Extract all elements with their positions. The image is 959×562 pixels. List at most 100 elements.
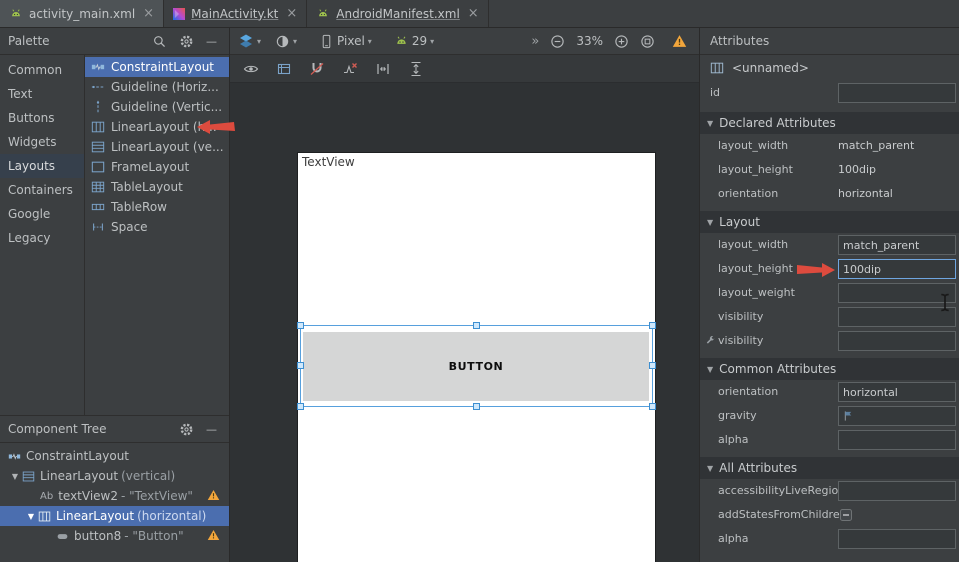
expand-vertical-icon[interactable] bbox=[408, 61, 424, 77]
alpha-all-field[interactable] bbox=[838, 529, 956, 549]
layout-width-field[interactable]: match_parent bbox=[838, 235, 956, 255]
category-label: Google bbox=[8, 207, 50, 221]
warnings-icon[interactable] bbox=[672, 34, 687, 48]
clear-constraints-icon[interactable] bbox=[342, 61, 358, 77]
tab-label: activity_main.xml bbox=[29, 7, 135, 21]
resize-handle[interactable] bbox=[473, 403, 480, 410]
attr-value[interactable]: 100dip bbox=[838, 163, 876, 176]
device-selector[interactable]: Pixel ▾ bbox=[319, 34, 372, 49]
palette-category-layouts[interactable]: Layouts bbox=[0, 154, 84, 178]
palette-category-buttons[interactable]: Buttons bbox=[0, 106, 84, 130]
attr-label: alpha bbox=[718, 433, 749, 446]
attr-value[interactable]: match_parent bbox=[838, 139, 914, 152]
palette-category-containers[interactable]: Containers bbox=[0, 178, 84, 202]
visibility-field[interactable] bbox=[838, 307, 956, 327]
palette-item-label: FrameLayout bbox=[111, 160, 189, 174]
palette-panel: Palette — Common Text Buttons Widgets La… bbox=[0, 28, 230, 562]
palette-item-guideline-horizontal[interactable]: Guideline (Horiz... bbox=[85, 77, 229, 97]
palette-item-label: Guideline (Horiz... bbox=[111, 80, 219, 94]
zoom-to-fit-icon[interactable] bbox=[640, 34, 655, 49]
hide-panel-icon[interactable]: — bbox=[206, 424, 217, 435]
category-label: Layouts bbox=[8, 159, 55, 173]
close-icon[interactable]: × bbox=[143, 7, 154, 20]
zoom-out-icon[interactable] bbox=[550, 34, 565, 49]
section-title: Layout bbox=[719, 215, 760, 229]
gravity-field[interactable] bbox=[838, 406, 956, 426]
resize-handle[interactable] bbox=[297, 322, 304, 329]
attr-row-gravity: gravity bbox=[700, 404, 959, 428]
section-common-attributes[interactable]: ▼ Common Attributes bbox=[700, 358, 959, 380]
orientation-field[interactable]: horizontal bbox=[838, 382, 956, 402]
tab-mainactivity-kt[interactable]: MainActivity.kt × bbox=[164, 0, 307, 27]
id-field[interactable] bbox=[838, 83, 956, 103]
palette-category-widgets[interactable]: Widgets bbox=[0, 130, 84, 154]
attr-label: gravity bbox=[718, 409, 757, 422]
resize-handle[interactable] bbox=[297, 362, 304, 369]
palette-item-constraintlayout[interactable]: ConstraintLayout bbox=[85, 57, 229, 77]
toolbar-overflow-icon[interactable]: » bbox=[531, 34, 539, 49]
warning-icon[interactable] bbox=[207, 529, 220, 541]
design-canvas[interactable]: TextView BUTTON bbox=[230, 83, 699, 562]
section-all-attributes[interactable]: ▼ All Attributes bbox=[700, 457, 959, 479]
orientation-selector[interactable]: ▾ bbox=[275, 34, 297, 49]
tree-item-linearlayout-horizontal[interactable]: ▼ LinearLayout (horizontal) bbox=[0, 506, 229, 526]
close-icon[interactable]: × bbox=[468, 7, 479, 20]
palette-item-guideline-vertical[interactable]: Guideline (Vertic... bbox=[85, 97, 229, 117]
device-screen[interactable]: TextView BUTTON bbox=[298, 153, 655, 562]
hide-panel-icon[interactable]: — bbox=[206, 36, 217, 47]
resize-handle[interactable] bbox=[297, 403, 304, 410]
tab-activity-main-xml[interactable]: activity_main.xml × bbox=[0, 0, 164, 27]
linearlayout-horizontal-icon bbox=[38, 510, 51, 523]
resize-handle[interactable] bbox=[473, 322, 480, 329]
gear-icon[interactable] bbox=[179, 422, 194, 437]
palette-category-text[interactable]: Text bbox=[0, 82, 84, 106]
blueprint-icon[interactable] bbox=[276, 61, 292, 77]
tree-item-textview2[interactable]: Ab textView2 - "TextView" bbox=[0, 486, 229, 506]
resize-handle[interactable] bbox=[649, 362, 656, 369]
gear-icon[interactable] bbox=[179, 34, 194, 49]
tree-item-linearlayout-vertical[interactable]: ▼ LinearLayout (vertical) bbox=[0, 466, 229, 486]
view-options-eye-icon[interactable] bbox=[243, 61, 259, 77]
attr-row-layout-width: layout_width match_parent bbox=[700, 233, 959, 257]
palette-item-linearlayout-vertical[interactable]: LinearLayout (ve... bbox=[85, 137, 229, 157]
autoconnect-off-magnet-icon[interactable] bbox=[309, 61, 325, 77]
zoom-in-icon[interactable] bbox=[614, 34, 629, 49]
accessibilityliveregion-field[interactable] bbox=[838, 481, 956, 501]
checkbox-indeterminate-icon[interactable] bbox=[840, 509, 852, 521]
palette-category-common[interactable]: Common bbox=[0, 58, 84, 82]
textview-widget[interactable]: TextView bbox=[302, 155, 355, 169]
flag-icon[interactable] bbox=[843, 410, 854, 422]
collapse-arrow-icon[interactable]: ▼ bbox=[24, 512, 38, 521]
palette-item-space[interactable]: Space bbox=[85, 217, 229, 237]
palette-item-framelayout[interactable]: FrameLayout bbox=[85, 157, 229, 177]
palette-category-legacy[interactable]: Legacy bbox=[0, 226, 84, 250]
section-declared-attributes[interactable]: ▼ Declared Attributes bbox=[700, 112, 959, 134]
tree-item-button8[interactable]: button8 - "Button" bbox=[0, 526, 229, 546]
warning-icon[interactable] bbox=[207, 489, 220, 501]
linearlayout-vertical-icon bbox=[22, 470, 35, 483]
collapse-arrow-icon[interactable]: ▼ bbox=[8, 472, 22, 481]
tools-visibility-field[interactable] bbox=[838, 331, 956, 351]
close-icon[interactable]: × bbox=[286, 7, 297, 20]
search-icon[interactable] bbox=[152, 34, 167, 49]
section-layout[interactable]: ▼ Layout bbox=[700, 211, 959, 233]
selected-linearlayout-bounds[interactable]: BUTTON bbox=[300, 325, 653, 407]
tree-item-constraintlayout[interactable]: ConstraintLayout bbox=[0, 446, 229, 466]
button-widget[interactable]: BUTTON bbox=[303, 332, 649, 401]
layout-height-field[interactable]: 100dip bbox=[838, 259, 956, 279]
api-selector[interactable]: 29 ▾ bbox=[394, 34, 434, 49]
alpha-field[interactable] bbox=[838, 430, 956, 450]
design-surface-selector[interactable]: ▾ bbox=[238, 33, 261, 49]
resize-handle[interactable] bbox=[649, 322, 656, 329]
tab-androidmanifest-xml[interactable]: AndroidManifest.xml × bbox=[307, 0, 488, 27]
palette-item-tablerow[interactable]: TableRow bbox=[85, 197, 229, 217]
palette-category-google[interactable]: Google bbox=[0, 202, 84, 226]
palette-item-linearlayout-horizontal[interactable]: LinearLayout (h... bbox=[85, 117, 229, 137]
palette-item-tablelayout[interactable]: TableLayout bbox=[85, 177, 229, 197]
layout-weight-field[interactable] bbox=[838, 283, 956, 303]
resize-handle[interactable] bbox=[649, 403, 656, 410]
attributes-title: Attributes bbox=[710, 34, 769, 48]
attr-value[interactable]: horizontal bbox=[838, 187, 893, 200]
pack-horizontal-icon[interactable] bbox=[375, 61, 391, 77]
tree-item-label: textView2 bbox=[58, 489, 118, 503]
